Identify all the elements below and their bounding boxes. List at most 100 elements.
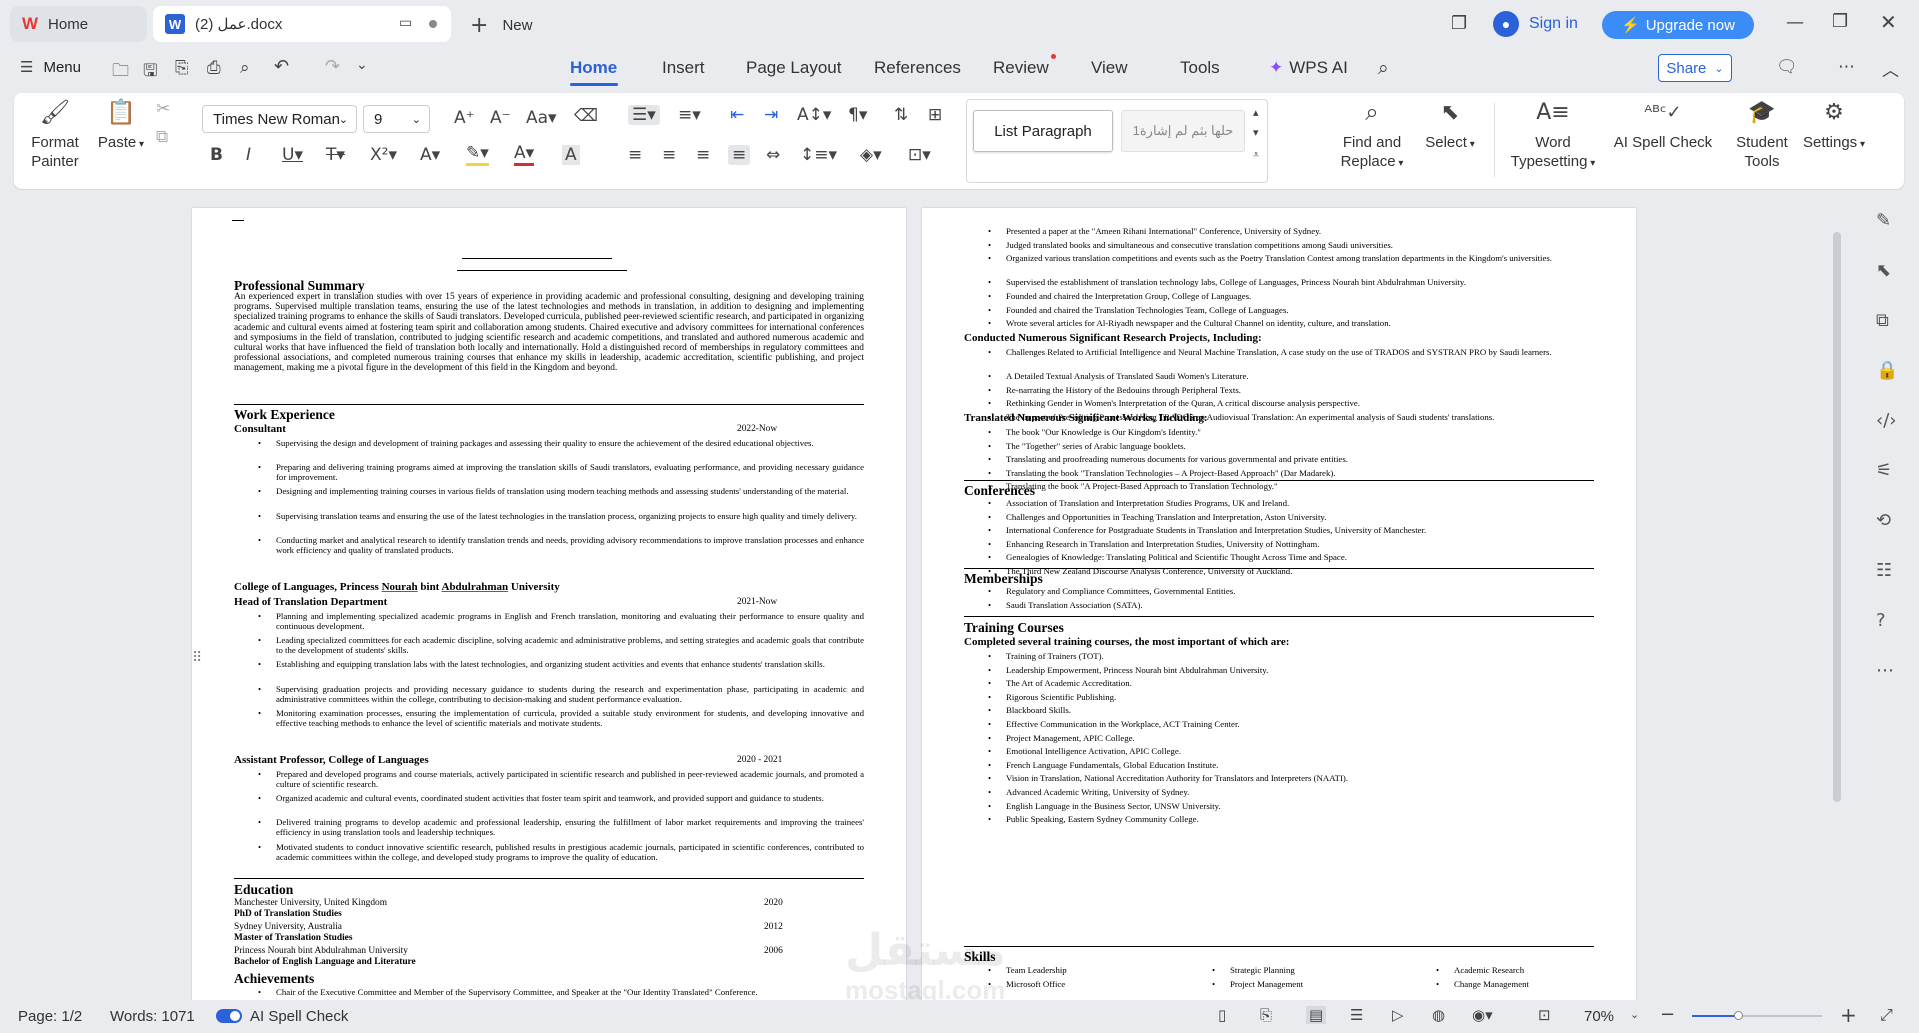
decrease-font-icon[interactable]: A⁻ (490, 108, 511, 128)
search-icon[interactable]: ⌕ (1378, 57, 1389, 79)
ai-spell-toggle[interactable] (216, 1009, 242, 1023)
text-direction-icon[interactable]: A↕▾ (797, 105, 831, 125)
more-icon[interactable]: ⋯ (1838, 57, 1855, 77)
web-layout-icon[interactable]: ⎘ (1260, 1006, 1272, 1024)
more-options-icon[interactable]: ⋯ (1876, 660, 1894, 681)
table-border-icon[interactable]: ⊞ (928, 105, 942, 125)
history-icon[interactable]: ⟲ (1876, 510, 1891, 531)
outline-icon[interactable]: ☷ (1876, 560, 1892, 581)
ai-spell-check-button[interactable]: ᴬᴮᶜ✓ AI Spell Check (1598, 103, 1728, 152)
page-indicator[interactable]: Page: 1/2 (18, 1008, 82, 1025)
redo-icon[interactable]: ↷ (325, 56, 340, 77)
customize-chevron-icon[interactable]: ⌄ (356, 57, 368, 73)
paragraph-mark-icon[interactable]: ¶▾ (848, 105, 867, 125)
bullets-icon[interactable]: ☰▾ (628, 105, 660, 125)
outline-view-icon[interactable]: ☰ (1350, 1006, 1363, 1024)
zoom-level[interactable]: 70% (1584, 1008, 1614, 1025)
save-icon[interactable]: 🖫 (143, 58, 157, 87)
comment-icon[interactable]: 🗨 (1776, 57, 1798, 77)
italic-icon[interactable]: I (246, 145, 251, 165)
justify-icon[interactable]: ≡ (728, 145, 751, 165)
print-preview-icon[interactable]: ⌕ (240, 58, 250, 78)
tab-document[interactable]: W عمل (2).docx ▭ (153, 6, 451, 42)
zoom-out-icon[interactable]: − (1660, 1004, 1675, 1025)
zoom-slider[interactable] (1692, 1011, 1822, 1020)
borders-icon[interactable]: ⊡▾ (908, 145, 931, 165)
open-folder-icon[interactable]: 🗀 (112, 58, 129, 87)
undo-icon[interactable]: ↶ (274, 56, 289, 77)
distribute-icon[interactable]: ⇔ (766, 145, 780, 165)
tab-insert[interactable]: Insert (662, 58, 705, 78)
upgrade-button[interactable]: ⚡ Upgrade now (1602, 11, 1754, 39)
underline-icon[interactable]: U▾ (282, 145, 303, 165)
menu-button[interactable]: ☰ Menu (20, 58, 81, 76)
clear-format-icon[interactable]: ⌫ (574, 106, 598, 126)
lock-icon[interactable]: 🔒 (1876, 360, 1898, 381)
align-right-icon[interactable]: ≡ (696, 145, 710, 165)
pen-icon[interactable]: ✎ (1876, 210, 1891, 231)
zoom-chevron-icon[interactable]: ⌄ (1630, 1008, 1639, 1021)
tab-tools[interactable]: Tools (1180, 58, 1220, 78)
window-layout-icon[interactable]: ❐ (1451, 13, 1467, 34)
zoom-slider-handle[interactable] (1734, 1011, 1743, 1020)
fullscreen-icon[interactable]: ⤢ (1880, 1005, 1893, 1025)
font-color-icon[interactable]: A▾ (514, 143, 535, 166)
find-replace-button[interactable]: ⌕ Find and Replace ▾ (1334, 100, 1410, 173)
tab-review[interactable]: Review (993, 58, 1049, 78)
numbering-icon[interactable]: ≡▾ (678, 105, 701, 125)
shading-icon[interactable]: ◈▾ (860, 145, 882, 165)
font-name-select[interactable]: Times New Roman ⌄ (202, 105, 357, 133)
zoom-in-icon[interactable]: + (1840, 1003, 1857, 1027)
ai-spell-status[interactable]: AI Spell Check (250, 1008, 348, 1025)
close-icon[interactable]: ✕ (1880, 10, 1897, 34)
tab-menu-home[interactable]: Home (570, 58, 617, 78)
convert-icon[interactable]: ⧉ (1876, 310, 1889, 331)
word-typesetting-button[interactable]: A≡ Word Typesetting ▾ (1508, 102, 1598, 173)
unsaved-dot-icon[interactable] (429, 20, 437, 28)
tab-references[interactable]: References (874, 58, 961, 78)
tab-wps-ai[interactable]: ✦ WPS AI (1269, 58, 1348, 78)
increase-font-icon[interactable]: A⁺ (454, 108, 475, 128)
strikethrough-icon[interactable]: T▾ (326, 145, 345, 165)
styles-down-icon[interactable]: ▾ (1253, 126, 1259, 139)
monitor-icon[interactable]: ▭ (399, 15, 412, 31)
sign-in-button[interactable]: ● Sign in (1493, 11, 1578, 37)
vertical-scrollbar[interactable] (1833, 200, 1843, 1000)
fit-page-icon[interactable]: ⊡ (1538, 1006, 1551, 1024)
globe-icon[interactable]: ◍ (1432, 1006, 1445, 1024)
superscript-icon[interactable]: X²▾ (370, 145, 397, 165)
scrollbar-thumb[interactable] (1833, 232, 1841, 802)
tab-home[interactable]: W Home (10, 6, 147, 42)
word-count[interactable]: Words: 1071 (110, 1008, 195, 1025)
share-button[interactable]: Share ⌄ (1658, 54, 1732, 82)
document-page-2[interactable]: Presented a paper at the "Ameen Rihani I… (922, 208, 1636, 1000)
text-effect-icon[interactable]: A▾ (420, 145, 440, 165)
increase-indent-icon[interactable]: ⇥ (764, 105, 778, 125)
copy-icon[interactable]: ⧉ (156, 127, 168, 147)
align-left-icon[interactable]: ≡ (628, 145, 642, 165)
student-tools-button[interactable]: 🎓 Student Tools (1730, 102, 1794, 171)
play-icon[interactable]: ▷ (1392, 1006, 1404, 1024)
collapse-ribbon-icon[interactable]: ︿ (1882, 56, 1899, 81)
style-list-paragraph[interactable]: List Paragraph (973, 110, 1113, 152)
print-icon[interactable]: ⎙ (207, 58, 221, 78)
sliders-icon[interactable]: ⚟ (1876, 460, 1892, 481)
style-arabic[interactable]: 1حلها بثم لم إشارة (1121, 110, 1245, 152)
tab-view[interactable]: View (1091, 58, 1128, 78)
minimize-icon[interactable]: — (1786, 12, 1804, 33)
sort-icon[interactable]: ⇅ (894, 105, 908, 125)
document-page-1[interactable]: Professional Summary An experienced expe… (192, 208, 906, 1000)
styles-expand-icon[interactable]: ⩡ (1253, 148, 1259, 162)
bold-icon[interactable]: B (210, 145, 223, 165)
print-layout-icon[interactable]: ▤ (1306, 1006, 1327, 1024)
highlight-icon[interactable]: ✎▾ (466, 143, 489, 166)
read-mode-icon[interactable]: ▯ (1218, 1006, 1226, 1024)
pointer-icon[interactable]: ⬉ (1876, 260, 1891, 281)
align-center-icon[interactable]: ≡ (662, 145, 676, 165)
change-case-icon[interactable]: Aa▾ (526, 108, 557, 128)
decrease-indent-icon[interactable]: ⇤ (730, 105, 744, 125)
styles-up-icon[interactable]: ▴ (1253, 106, 1259, 119)
maximize-icon[interactable]: ❐ (1832, 11, 1848, 32)
cut-icon[interactable]: ✂ (156, 99, 170, 119)
export-pdf-icon[interactable]: ⎘ (175, 58, 189, 78)
